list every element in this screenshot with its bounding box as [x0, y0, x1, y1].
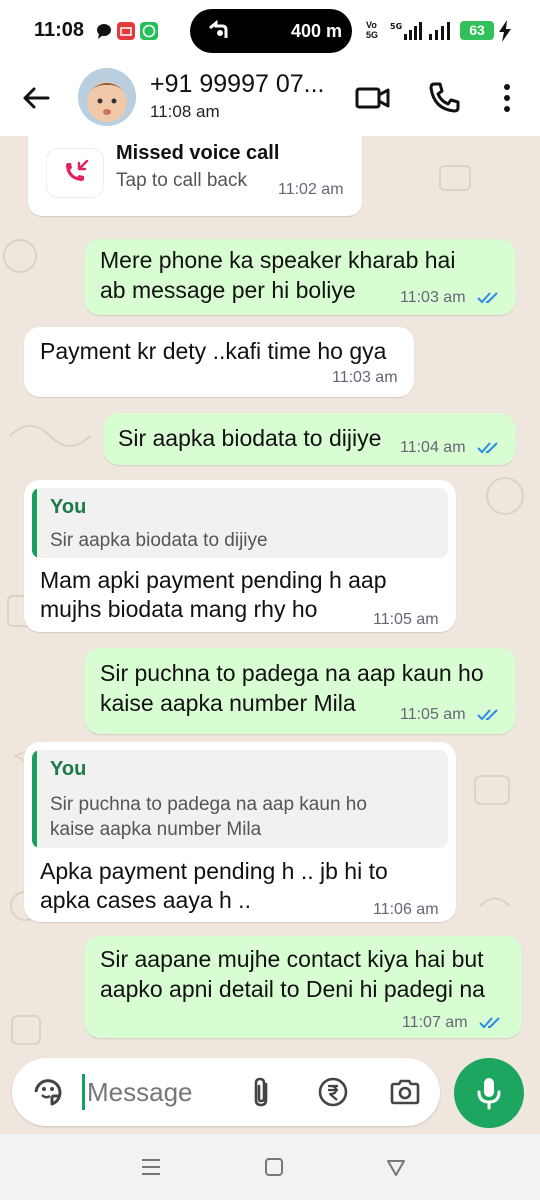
back-nav-icon[interactable] [383, 1154, 409, 1180]
read-receipt-icon [479, 1017, 500, 1029]
message-bubble-incoming[interactable]: Payment kr dety ..kafi time ho gya 11:03… [24, 327, 414, 397]
message-time: 11:05 am [373, 611, 439, 628]
navigation-pill[interactable]: 400 m [190, 9, 352, 53]
quote-text: kaise aapka number Mila [50, 819, 262, 840]
missed-call-time: 11:02 am [278, 181, 344, 198]
message-bubble-outgoing[interactable]: Mere phone ka speaker kharab hai ab mess… [84, 239, 516, 315]
message-bubble-outgoing[interactable]: Sir aapka biodata to dijiye 11:04 am [103, 413, 516, 465]
camera-icon[interactable] [387, 1074, 423, 1110]
chat-messages[interactable]: Missed voice call Tap to call back 11:02… [0, 136, 540, 1130]
quote-text: Sir aapka biodata to dijiye [50, 530, 268, 551]
navigation-arrow-icon [209, 19, 228, 38]
missed-call-icon [46, 148, 104, 198]
back-arrow-icon[interactable] [18, 80, 54, 116]
message-time: 11:05 am [400, 706, 466, 723]
message-input[interactable] [82, 1074, 242, 1110]
battery-level: 63 [460, 21, 494, 40]
recent-apps-icon[interactable] [138, 1154, 164, 1180]
message-bubble-outgoing[interactable]: Sir puchna to padega na aap kaun ho kais… [84, 648, 516, 734]
message-text: aapko apni detail to Deni hi padegi na [100, 976, 485, 1002]
message-text: apka cases aaya h .. [40, 887, 251, 913]
message-text: Mere phone ka speaker kharab hai [100, 247, 456, 273]
message-text: Apka payment pending h .. jb hi to [40, 858, 388, 884]
quoted-message[interactable]: You Sir aapka biodata to dijiye [32, 488, 448, 558]
quote-accent-bar [32, 488, 37, 558]
message-text: mujhs biodata mang rhy ho [40, 596, 318, 622]
microphone-icon [477, 1078, 501, 1110]
message-bubble-outgoing[interactable]: Sir aapane mujhe contact kiya hai but aa… [84, 936, 522, 1038]
message-text: ab message per hi boliye [100, 277, 356, 303]
status-bar: 11:08 400 m Vo 5G 5G 63 [0, 0, 540, 60]
chat-bubble-notification-icon [95, 22, 113, 40]
voice-call-icon[interactable] [424, 78, 464, 118]
message-time: 11:07 am [402, 1014, 468, 1031]
message-time: 11:03 am [332, 369, 398, 386]
missed-call-subtitle: Tap to call back [116, 170, 247, 191]
message-text: Sir aapane mujhe contact kiya hai but [100, 946, 484, 972]
signal-icon [429, 22, 450, 40]
charging-icon [499, 20, 511, 42]
contact-name[interactable]: +91 99997 07... [150, 70, 324, 99]
system-navigation-bar [0, 1134, 540, 1200]
message-time: 11:04 am [400, 439, 466, 456]
read-receipt-icon [477, 442, 498, 454]
message-time: 11:03 am [400, 289, 466, 306]
app-notification-icon [117, 22, 135, 40]
message-text: Mam apki payment pending h aap [40, 567, 387, 593]
message-time: 11:06 am [373, 901, 439, 918]
missed-call-title: Missed voice call [116, 142, 280, 164]
read-receipt-icon [477, 292, 498, 304]
quote-accent-bar [32, 750, 37, 848]
contact-avatar[interactable] [78, 68, 136, 126]
read-receipt-icon [477, 709, 498, 721]
attachment-icon[interactable] [244, 1074, 280, 1110]
message-text: Sir puchna to padega na aap kaun ho [100, 660, 484, 686]
message-text: Sir aapka biodata to dijiye [118, 425, 382, 451]
status-time: 11:08 [34, 19, 85, 41]
message-text: Payment kr dety ..kafi time ho gya [40, 338, 387, 364]
contact-last-seen: 11:08 am [150, 102, 220, 121]
message-text: kaise aapka number Mila [100, 690, 356, 716]
whatsapp-notification-icon [140, 22, 158, 40]
quoted-message[interactable]: You Sir puchna to padega na aap kaun ho … [32, 750, 448, 848]
sticker-icon[interactable] [30, 1074, 66, 1110]
navigation-distance: 400 m [290, 21, 342, 41]
payment-rupee-icon[interactable] [315, 1074, 351, 1110]
message-bubble-incoming-reply[interactable]: You Sir aapka biodata to dijiye Mam apki… [24, 480, 456, 632]
message-composer [12, 1058, 440, 1126]
signal-5g-icon: 5G [390, 22, 422, 40]
voice-message-button[interactable] [454, 1058, 524, 1128]
message-bubble-incoming-reply[interactable]: You Sir puchna to padega na aap kaun ho … [24, 742, 456, 922]
svg-text:5G: 5G [390, 22, 402, 31]
volte-label: Vo 5G [366, 20, 379, 40]
quote-text: Sir puchna to padega na aap kaun ho [50, 794, 367, 815]
home-icon[interactable] [261, 1154, 287, 1180]
chat-header: +91 99997 07... 11:08 am [0, 60, 540, 136]
missed-call-card[interactable]: Missed voice call Tap to call back 11:02… [28, 136, 362, 216]
video-call-icon[interactable] [353, 78, 393, 118]
more-options-icon[interactable] [487, 78, 527, 118]
quote-author: You [50, 496, 87, 518]
quote-author: You [50, 758, 87, 780]
